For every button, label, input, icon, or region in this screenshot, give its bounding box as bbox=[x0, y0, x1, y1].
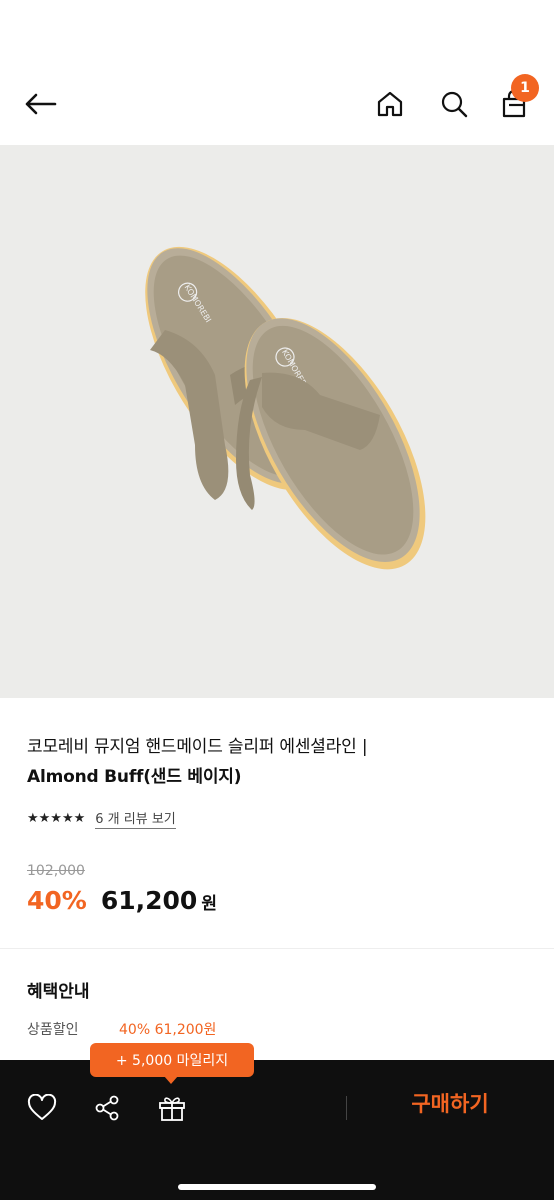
home-indicator bbox=[178, 1184, 376, 1190]
sale-price-row: 40% 61,200 원 bbox=[27, 886, 217, 915]
arrow-left-icon bbox=[25, 93, 57, 115]
sale-price: 61,200 bbox=[100, 886, 198, 915]
top-navigation: 1 bbox=[0, 0, 554, 145]
section-divider bbox=[0, 948, 554, 949]
review-link[interactable]: 6 개 리뷰 보기 bbox=[95, 808, 176, 829]
share-icon bbox=[95, 1095, 119, 1121]
rating-row: ★★★★★ 6 개 리뷰 보기 bbox=[27, 808, 176, 829]
back-button[interactable] bbox=[18, 82, 62, 126]
gift-button[interactable] bbox=[156, 1092, 188, 1124]
currency-label: 원 bbox=[201, 894, 217, 914]
product-title-line-2: Almond Buff(샌드 베이지) bbox=[27, 767, 242, 787]
bar-separator bbox=[346, 1096, 347, 1120]
wishlist-button[interactable] bbox=[26, 1092, 58, 1124]
share-button[interactable] bbox=[91, 1092, 123, 1124]
benefit-row: 상품할인 40% 61,200원 bbox=[27, 1019, 216, 1039]
cart-count-badge: 1 bbox=[511, 74, 539, 102]
bottom-action-bar: 구매하기 bbox=[0, 1060, 554, 1200]
rating-stars: ★★★★★ bbox=[27, 811, 86, 826]
home-icon bbox=[377, 91, 403, 117]
search-icon bbox=[441, 91, 468, 118]
search-button[interactable] bbox=[432, 82, 476, 126]
product-image[interactable]: KOMOREBI KOMOREBI bbox=[0, 145, 554, 698]
heart-icon bbox=[27, 1094, 57, 1120]
home-button[interactable] bbox=[368, 82, 412, 126]
product-title-line-1: 코모레비 뮤지엄 핸드메이드 슬리퍼 에센셜라인 | bbox=[27, 737, 368, 757]
original-price: 102,000 bbox=[27, 863, 85, 879]
benefit-value: 40% 61,200원 bbox=[119, 1022, 217, 1038]
gift-icon bbox=[159, 1097, 185, 1121]
mileage-tooltip: + 5,000 마일리지 bbox=[90, 1043, 254, 1077]
benefits-title: 혜택안내 bbox=[27, 982, 90, 1002]
product-title: 코모레비 뮤지엄 핸드메이드 슬리퍼 에센셜라인 | Almond Buff(샌… bbox=[27, 732, 527, 792]
benefit-label: 상품할인 bbox=[27, 1022, 79, 1038]
sandals-image: KOMOREBI KOMOREBI bbox=[145, 246, 426, 570]
discount-rate: 40% bbox=[27, 886, 87, 915]
buy-button[interactable]: 구매하기 bbox=[370, 1088, 530, 1118]
tooltip-arrow bbox=[164, 1076, 178, 1084]
